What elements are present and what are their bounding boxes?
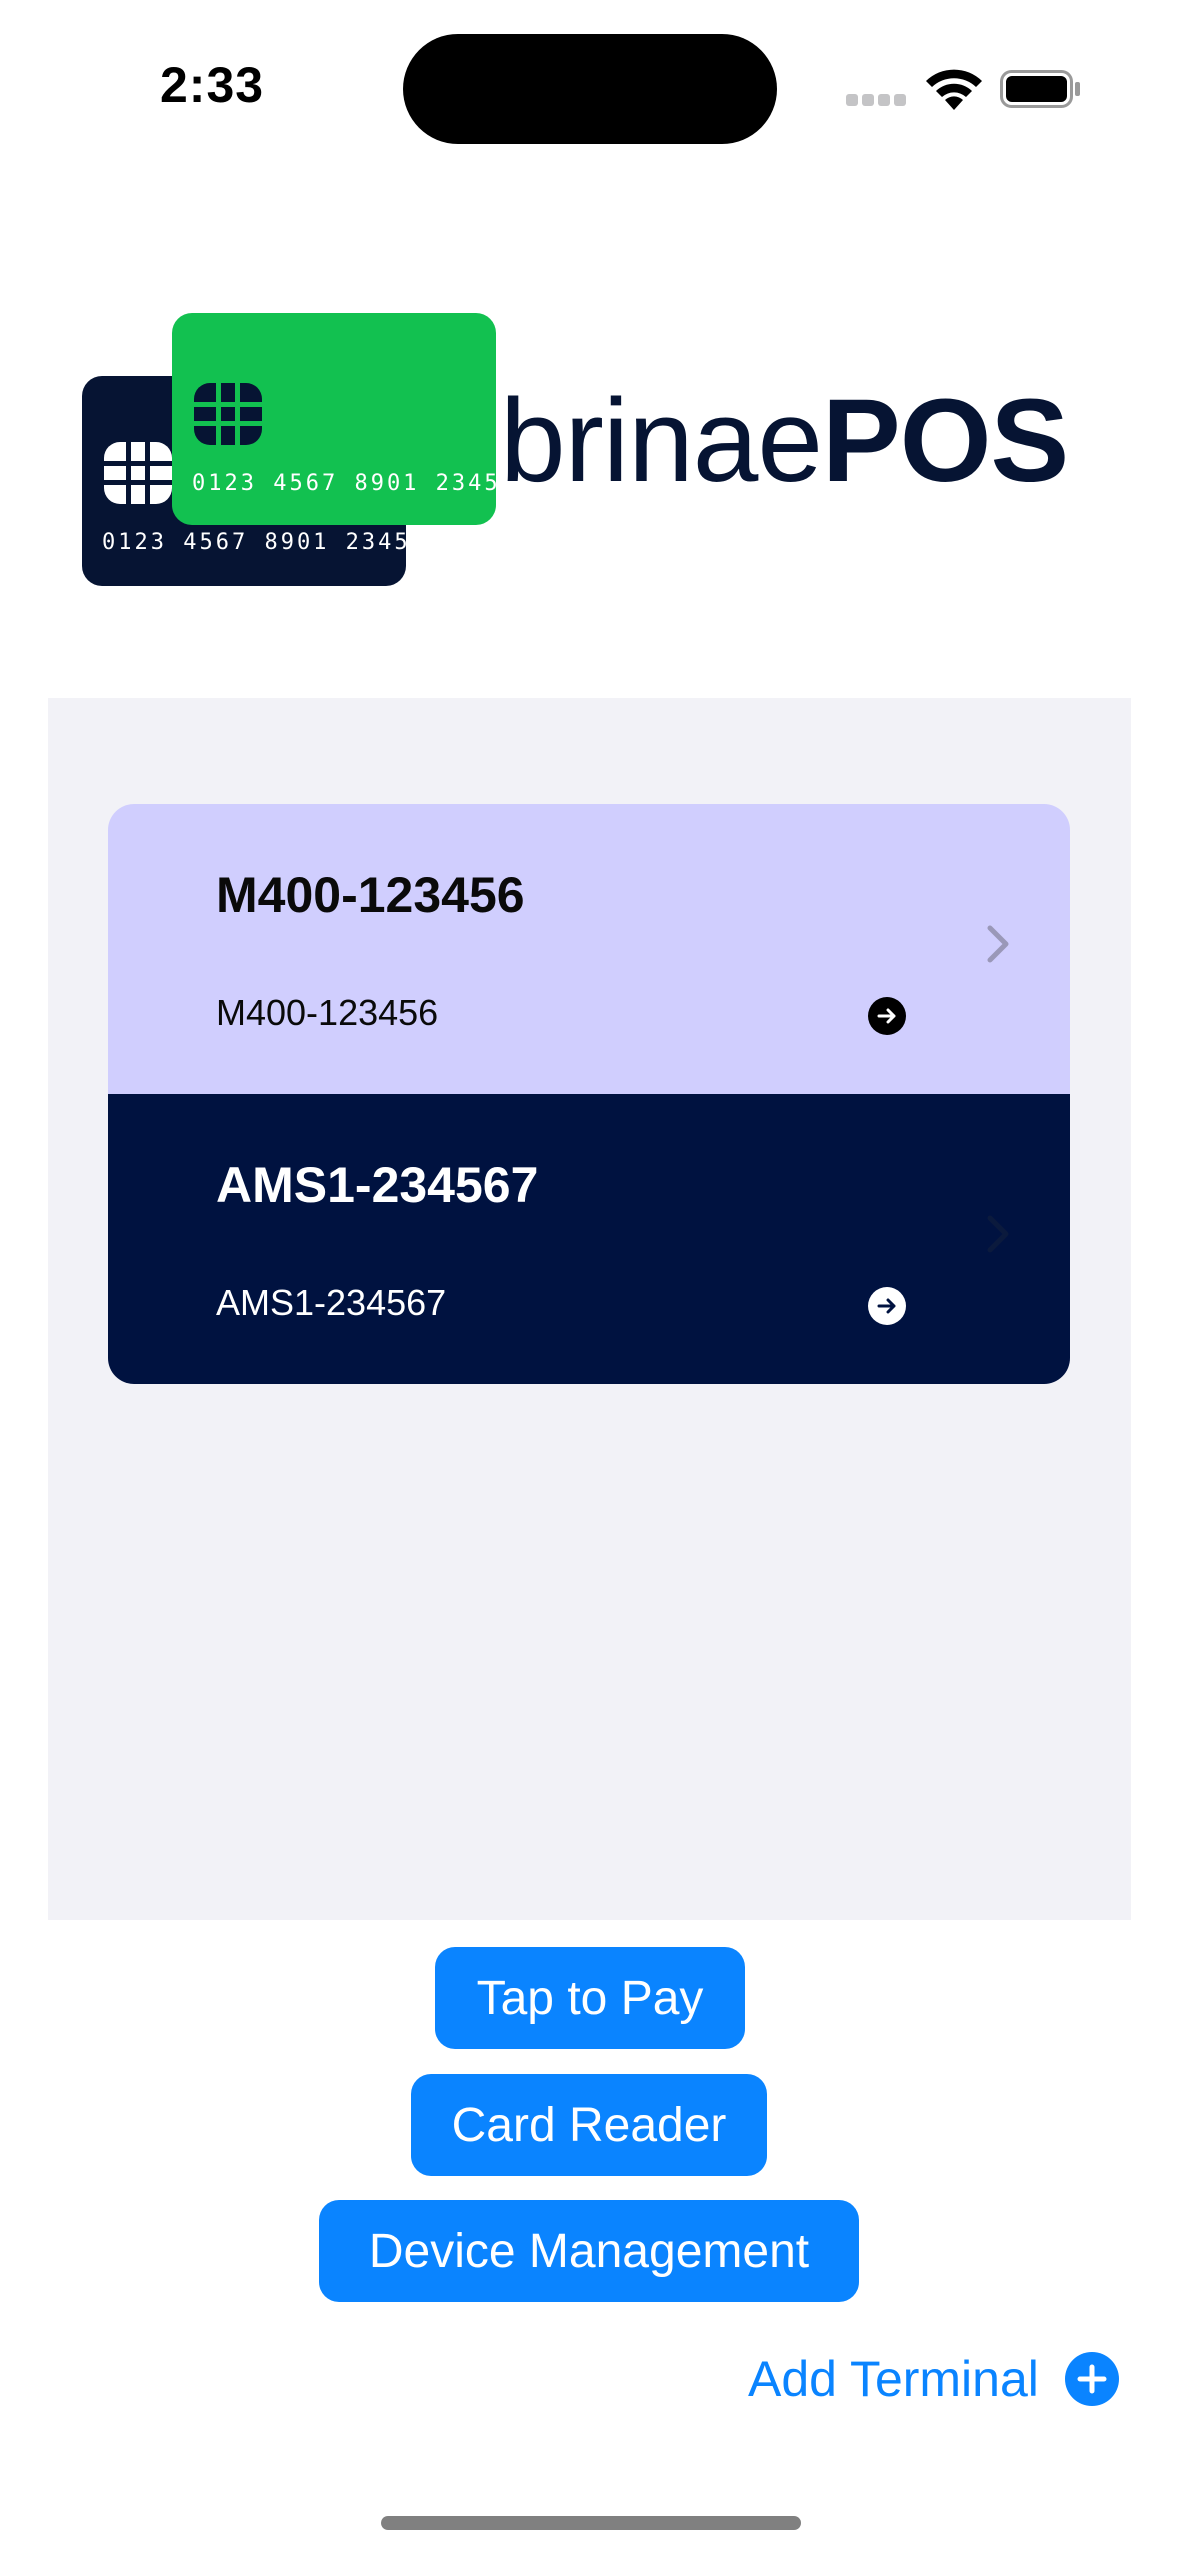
terminal-subtitle: M400-123456 (216, 992, 439, 1033)
card-reader-button[interactable]: Card Reader (411, 2074, 767, 2176)
arrow-right-circle-icon[interactable] (868, 997, 906, 1035)
card-front-number: 0123 4567 8901 2345 (192, 471, 501, 496)
home-indicator[interactable] (381, 2516, 801, 2530)
brand-light-text: brinae (500, 375, 823, 507)
arrow-right-circle-icon[interactable] (868, 1287, 906, 1325)
status-time: 2:33 (160, 57, 265, 113)
card-chip-icon (104, 442, 172, 504)
plus-circle-icon (1064, 2352, 1119, 2406)
terminal-title: M400-123456 (216, 867, 525, 923)
battery-icon (1000, 70, 1080, 108)
terminal-list: M400-123456 M400-123456 AMS1-234567 AMS1… (108, 804, 1070, 1384)
terminal-title: AMS1-234567 (216, 1157, 539, 1213)
tap-to-pay-button[interactable]: Tap to Pay (435, 1947, 745, 2049)
brand-wordmark: brinaePOS (500, 382, 1069, 500)
terminal-row[interactable]: M400-123456 M400-123456 (108, 804, 1070, 1094)
dynamic-island (403, 34, 777, 144)
add-terminal-label: Add Terminal (748, 2351, 1039, 2407)
chevron-right-icon (987, 925, 1009, 963)
signal-icon (846, 94, 908, 108)
brand-bold-text: POS (822, 375, 1069, 507)
terminal-subtitle: AMS1-234567 (216, 1282, 447, 1323)
wifi-icon (926, 69, 982, 110)
device-management-button[interactable]: Device Management (319, 2200, 859, 2302)
logo-card-front: 0123 4567 8901 2345 (172, 313, 498, 525)
chevron-right-icon (987, 1215, 1009, 1253)
add-terminal-button[interactable]: Add Terminal (748, 2344, 1119, 2414)
card-back-number: 0123 4567 8901 2345 (102, 530, 411, 555)
card-chip-icon (194, 383, 262, 445)
terminal-row[interactable]: AMS1-234567 AMS1-234567 (108, 1094, 1070, 1384)
